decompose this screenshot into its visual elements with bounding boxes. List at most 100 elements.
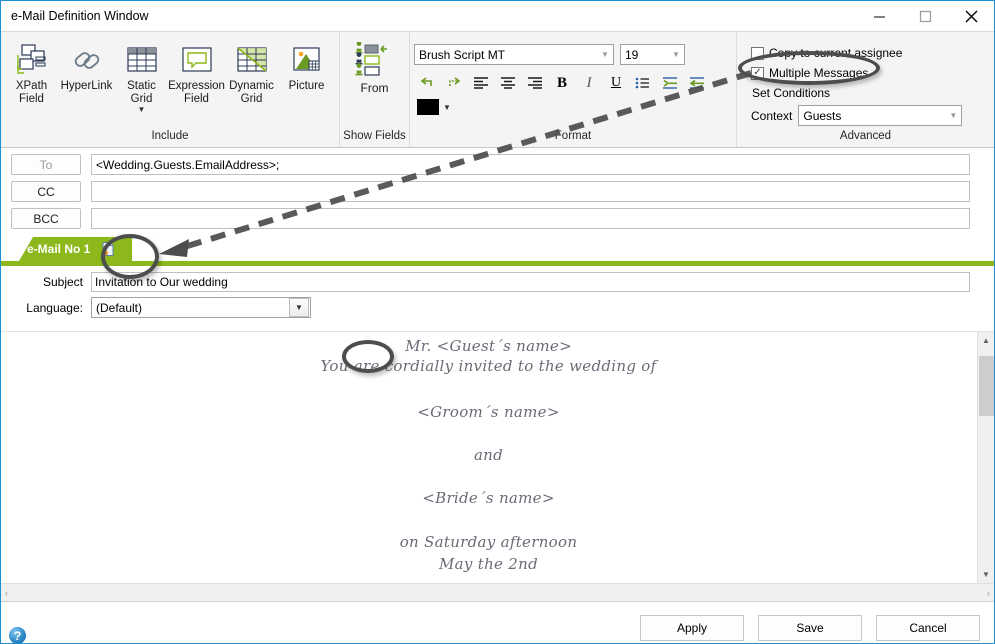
- body-vertical-scrollbar[interactable]: ▲ ▼: [977, 332, 994, 583]
- copy-to-assignee-row[interactable]: Copy to current assignee: [751, 44, 962, 62]
- static-grid-icon: [124, 40, 160, 80]
- body-line-date: May the 2nd: [439, 555, 538, 573]
- to-input[interactable]: <Wedding.Guests.EmailAddress>;: [91, 154, 970, 175]
- message-meta: Subject Invitation to Our wedding Langua…: [1, 266, 994, 327]
- minimize-button[interactable]: [856, 2, 902, 31]
- language-label: Language:: [26, 300, 83, 315]
- align-right-button[interactable]: [522, 71, 548, 95]
- xpath-field-icon: [14, 40, 50, 80]
- context-combo[interactable]: Guests ▼: [798, 105, 963, 126]
- bcc-input[interactable]: [91, 208, 970, 229]
- dynamic-grid-label-1: Dynamic: [229, 80, 274, 92]
- ribbon-group-label-format: Format: [554, 130, 592, 142]
- static-grid-button[interactable]: Static Grid ▼: [114, 38, 169, 114]
- chevron-down-icon[interactable]: ▼: [138, 106, 146, 114]
- from-button[interactable]: From: [344, 38, 406, 95]
- bcc-row: BCC: [11, 208, 970, 229]
- dialog-footer: ? Apply Save Cancel: [1, 601, 994, 643]
- underline-button[interactable]: U: [603, 71, 629, 95]
- scroll-up-icon[interactable]: ▲: [978, 332, 994, 349]
- context-row: Context Guests ▼: [751, 105, 963, 126]
- context-value: Guests: [803, 108, 842, 123]
- picture-button[interactable]: Picture: [279, 38, 334, 93]
- apply-button[interactable]: Apply: [640, 614, 744, 641]
- font-size-combo[interactable]: 19 ▼: [620, 44, 685, 65]
- tab-email-no-1[interactable]: e-Mail No 1: [19, 237, 133, 261]
- font-name-value: Brush Script MT: [419, 47, 506, 62]
- address-fields: To <Wedding.Guests.EmailAddress>; CC BCC: [1, 148, 994, 237]
- scrollbar-thumb[interactable]: [979, 356, 994, 416]
- bold-button[interactable]: B: [549, 71, 575, 95]
- picture-icon: [289, 40, 325, 80]
- language-value: (Default): [96, 300, 143, 315]
- xpath-field-label-1: XPath: [15, 80, 48, 92]
- copy-to-assignee-checkbox[interactable]: [751, 46, 764, 60]
- ribbon-group-label-advanced: Advanced: [839, 130, 892, 142]
- align-left-button[interactable]: [468, 71, 494, 95]
- to-button[interactable]: To: [11, 154, 81, 175]
- body-line-groom: <Groom´s name>: [417, 403, 560, 421]
- expression-field-icon: [179, 40, 215, 80]
- multiple-messages-checkbox[interactable]: ✓: [751, 66, 764, 80]
- chevron-down-icon[interactable]: ▼: [668, 50, 684, 59]
- set-conditions-label[interactable]: Set Conditions: [752, 86, 962, 100]
- font-size-value: 19: [625, 47, 639, 62]
- cc-button[interactable]: CC: [11, 181, 81, 202]
- expression-field-button[interactable]: Expression Field: [168, 38, 225, 106]
- maximize-button[interactable]: [902, 2, 948, 31]
- title-bar: e-Mail Definition Window: [1, 1, 994, 31]
- expression-field-label-2: Field: [184, 93, 209, 105]
- font-name-combo[interactable]: Brush Script MT ▼: [414, 44, 614, 65]
- help-icon[interactable]: ?: [9, 627, 26, 643]
- email-definition-window: e-Mail Definition Window XPath Field Hyp…: [0, 0, 995, 644]
- scroll-down-icon[interactable]: ▼: [978, 566, 994, 583]
- subject-label: Subject: [42, 275, 83, 289]
- ribbon-group-show-fields: From Show Fields: [339, 32, 409, 147]
- ribbon-toolbar: XPath Field HyperLink Static Grid ▼ Expr…: [1, 31, 994, 148]
- close-button[interactable]: [948, 2, 994, 31]
- increase-indent-button[interactable]: [657, 71, 683, 95]
- dynamic-grid-button[interactable]: Dynamic Grid: [224, 38, 279, 106]
- from-fields-icon: [352, 41, 398, 79]
- dynamic-grid-icon: [234, 40, 270, 80]
- italic-button[interactable]: I: [576, 71, 602, 95]
- undo-button[interactable]: [414, 71, 440, 95]
- subject-input[interactable]: Invitation to Our wedding: [91, 272, 970, 292]
- email-body-canvas[interactable]: Mr. <Guest´s name> You are cordially inv…: [1, 332, 976, 583]
- body-line-greeting: Mr. <Guest´s name>: [405, 337, 572, 355]
- scroll-left-icon[interactable]: ‹: [5, 588, 8, 598]
- decrease-indent-button[interactable]: [684, 71, 710, 95]
- email-page-icon[interactable]: [98, 240, 118, 258]
- xpath-field-label-2: Field: [19, 93, 44, 105]
- save-button[interactable]: Save: [758, 614, 862, 641]
- chevron-down-icon[interactable]: ▼: [945, 111, 961, 120]
- chevron-down-icon[interactable]: ▼: [597, 50, 613, 59]
- redo-button[interactable]: [441, 71, 467, 95]
- ribbon-group-label-include: Include: [151, 130, 189, 142]
- body-line-and: and: [473, 446, 504, 464]
- bcc-button[interactable]: BCC: [11, 208, 81, 229]
- font-color-swatch[interactable]: [417, 99, 439, 115]
- body-line-day: on Saturday afternoon: [399, 533, 578, 551]
- to-row: To <Wedding.Guests.EmailAddress>;: [11, 154, 970, 175]
- align-center-button[interactable]: [495, 71, 521, 95]
- tab-email-label: e-Mail No 1: [27, 242, 91, 256]
- chevron-down-icon[interactable]: ▼: [439, 103, 455, 112]
- language-combo[interactable]: (Default) ▼: [91, 297, 311, 318]
- static-grid-label-1: Static: [127, 80, 156, 92]
- cancel-button[interactable]: Cancel: [876, 614, 980, 641]
- copy-to-assignee-label: Copy to current assignee: [769, 46, 903, 60]
- hyperlink-icon: [69, 40, 105, 80]
- xpath-field-button[interactable]: XPath Field: [4, 38, 59, 106]
- body-horizontal-scrollbar[interactable]: ‹ ›: [1, 583, 994, 601]
- hyperlink-button[interactable]: HyperLink: [59, 38, 114, 93]
- chevron-down-icon[interactable]: ▼: [289, 298, 309, 317]
- ribbon-group-format: Brush Script MT ▼ 19 ▼ B I U ▼ Format: [409, 32, 736, 147]
- ribbon-group-include: XPath Field HyperLink Static Grid ▼ Expr…: [1, 32, 339, 147]
- scroll-right-icon[interactable]: ›: [987, 588, 990, 598]
- cc-input[interactable]: [91, 181, 970, 202]
- window-title: e-Mail Definition Window: [11, 9, 149, 23]
- bullet-list-button[interactable]: [630, 71, 656, 95]
- multiple-messages-row[interactable]: ✓ Multiple Messages: [751, 64, 962, 82]
- body-line-invitation: You are cordially invited to the wedding…: [320, 357, 657, 375]
